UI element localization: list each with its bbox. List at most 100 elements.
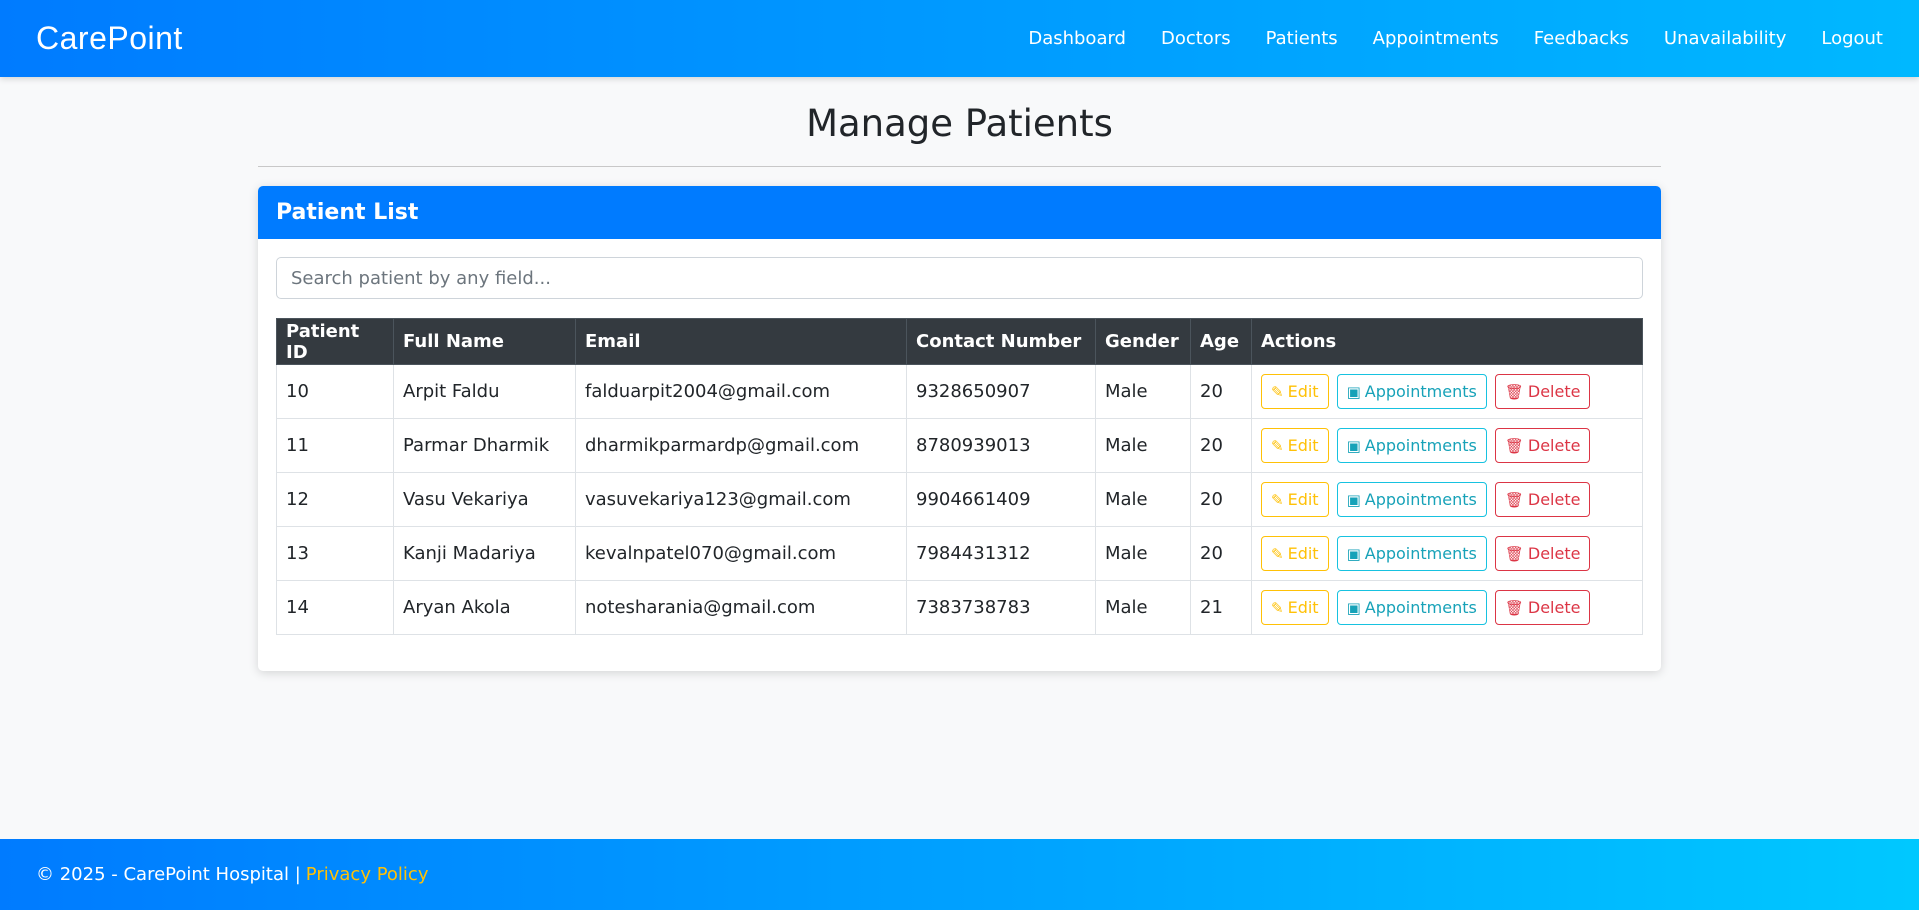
cell-patient-id: 14 [276, 580, 394, 635]
nav-link-logout[interactable]: Logout [1821, 28, 1883, 49]
trash-icon: 🗑 [1504, 598, 1524, 617]
delete-button[interactable]: 🗑 Delete [1494, 374, 1591, 409]
cell-email: falduarpit2004@gmail.com [575, 364, 907, 419]
appointments-label: Appointments [1364, 598, 1477, 617]
edit-label: Edit [1287, 544, 1319, 563]
nav-link-unavailability[interactable]: Unavailability [1664, 28, 1786, 49]
cell-email: dharmikparmardp@gmail.com [575, 418, 907, 473]
cell-patient-id: 11 [276, 418, 394, 473]
cell-contact-number: 9904661409 [906, 472, 1096, 527]
privacy-policy-link[interactable]: Privacy Policy [306, 864, 429, 885]
nav-link-patients[interactable]: Patients [1266, 28, 1338, 49]
edit-button[interactable]: ✎ Edit [1261, 536, 1329, 571]
appointments-button[interactable]: ▣ Appointments [1336, 536, 1487, 571]
cell-gender: Male [1095, 418, 1191, 473]
cell-age: 20 [1190, 526, 1252, 581]
cell-actions: ✎ Edit ▣ Appointments 🗑 Delete [1251, 364, 1643, 419]
pencil-icon: ✎ [1271, 490, 1284, 509]
edit-button[interactable]: ✎ Edit [1261, 374, 1329, 409]
cell-gender: Male [1095, 580, 1191, 635]
cell-contact-number: 9328650907 [906, 364, 1096, 419]
card-header: Patient List [258, 186, 1661, 239]
column-header-gender: Gender [1095, 318, 1191, 365]
calendar-check-icon: ▣ [1346, 490, 1361, 509]
cell-full-name: Vasu Vekariya [393, 472, 576, 527]
cell-gender: Male [1095, 526, 1191, 581]
edit-label: Edit [1287, 490, 1319, 509]
nav-link-feedbacks[interactable]: Feedbacks [1534, 28, 1629, 49]
column-header-age: Age [1190, 318, 1252, 365]
appointments-button[interactable]: ▣ Appointments [1336, 374, 1487, 409]
table-row: 13 Kanji Madariya kevalnpatel070@gmail.c… [276, 526, 1643, 581]
edit-label: Edit [1287, 436, 1319, 455]
edit-label: Edit [1287, 598, 1319, 617]
cell-actions: ✎ Edit ▣ Appointments 🗑 Delete [1251, 526, 1643, 581]
cell-age: 20 [1190, 472, 1252, 527]
delete-label: Delete [1527, 436, 1581, 455]
edit-button[interactable]: ✎ Edit [1261, 590, 1329, 625]
patient-list-card: Patient List Patient ID Full Name Email … [258, 186, 1661, 671]
delete-label: Delete [1527, 490, 1581, 509]
trash-icon: 🗑 [1504, 490, 1524, 509]
column-header-patient-id: Patient ID [276, 318, 394, 365]
cell-full-name: Aryan Akola [393, 580, 576, 635]
table-body: 10 Arpit Faldu falduarpit2004@gmail.com … [276, 364, 1643, 635]
appointments-label: Appointments [1364, 436, 1477, 455]
pencil-icon: ✎ [1271, 382, 1284, 401]
column-header-actions: Actions [1251, 318, 1643, 365]
table-row: 12 Vasu Vekariya vasuvekariya123@gmail.c… [276, 472, 1643, 527]
calendar-check-icon: ▣ [1346, 382, 1361, 401]
pencil-icon: ✎ [1271, 598, 1284, 617]
column-header-email: Email [575, 318, 907, 365]
appointments-label: Appointments [1364, 490, 1477, 509]
nav-link-appointments[interactable]: Appointments [1373, 28, 1499, 49]
delete-button[interactable]: 🗑 Delete [1494, 482, 1591, 517]
cell-gender: Male [1095, 472, 1191, 527]
cell-full-name: Kanji Madariya [393, 526, 576, 581]
delete-button[interactable]: 🗑 Delete [1494, 428, 1591, 463]
cell-gender: Male [1095, 364, 1191, 419]
column-header-full-name: Full Name [393, 318, 576, 365]
trash-icon: 🗑 [1504, 382, 1524, 401]
page-title: Manage Patients [806, 102, 1113, 145]
main-content: Manage Patients Patient List Patient ID … [0, 102, 1919, 671]
table-header: Patient ID Full Name Email Contact Numbe… [276, 318, 1643, 365]
cell-actions: ✎ Edit ▣ Appointments 🗑 Delete [1251, 418, 1643, 473]
appointments-button[interactable]: ▣ Appointments [1336, 482, 1487, 517]
trash-icon: 🗑 [1504, 436, 1524, 455]
cell-contact-number: 7383738783 [906, 580, 1096, 635]
calendar-check-icon: ▣ [1346, 544, 1361, 563]
title-divider [258, 166, 1661, 167]
table-header-row: Patient ID Full Name Email Contact Numbe… [276, 318, 1643, 365]
appointments-button[interactable]: ▣ Appointments [1336, 428, 1487, 463]
delete-label: Delete [1527, 382, 1581, 401]
cell-contact-number: 7984431312 [906, 526, 1096, 581]
nav-link-doctors[interactable]: Doctors [1161, 28, 1231, 49]
cell-patient-id: 13 [276, 526, 394, 581]
calendar-check-icon: ▣ [1346, 598, 1361, 617]
delete-button[interactable]: 🗑 Delete [1494, 590, 1591, 625]
cell-email: notesharania@gmail.com [575, 580, 907, 635]
delete-label: Delete [1527, 598, 1581, 617]
trash-icon: 🗑 [1504, 544, 1524, 563]
nav-link-dashboard[interactable]: Dashboard [1028, 28, 1126, 49]
edit-label: Edit [1287, 382, 1319, 401]
cell-patient-id: 12 [276, 472, 394, 527]
appointments-label: Appointments [1364, 382, 1477, 401]
search-input[interactable] [276, 257, 1643, 299]
edit-button[interactable]: ✎ Edit [1261, 428, 1329, 463]
calendar-check-icon: ▣ [1346, 436, 1361, 455]
edit-button[interactable]: ✎ Edit [1261, 482, 1329, 517]
delete-label: Delete [1527, 544, 1581, 563]
footer: © 2025 - CarePoint Hospital | Privacy Po… [0, 839, 1919, 910]
delete-button[interactable]: 🗑 Delete [1494, 536, 1591, 571]
appointments-label: Appointments [1364, 544, 1477, 563]
cell-actions: ✎ Edit ▣ Appointments 🗑 Delete [1251, 580, 1643, 635]
appointments-button[interactable]: ▣ Appointments [1336, 590, 1487, 625]
footer-copyright: © 2025 - CarePoint Hospital | [36, 864, 301, 885]
card-body: Patient ID Full Name Email Contact Numbe… [258, 239, 1661, 671]
patients-table: Patient ID Full Name Email Contact Numbe… [276, 318, 1643, 635]
cell-age: 20 [1190, 418, 1252, 473]
brand-logo[interactable]: CarePoint [36, 20, 183, 57]
cell-full-name: Parmar Dharmik [393, 418, 576, 473]
